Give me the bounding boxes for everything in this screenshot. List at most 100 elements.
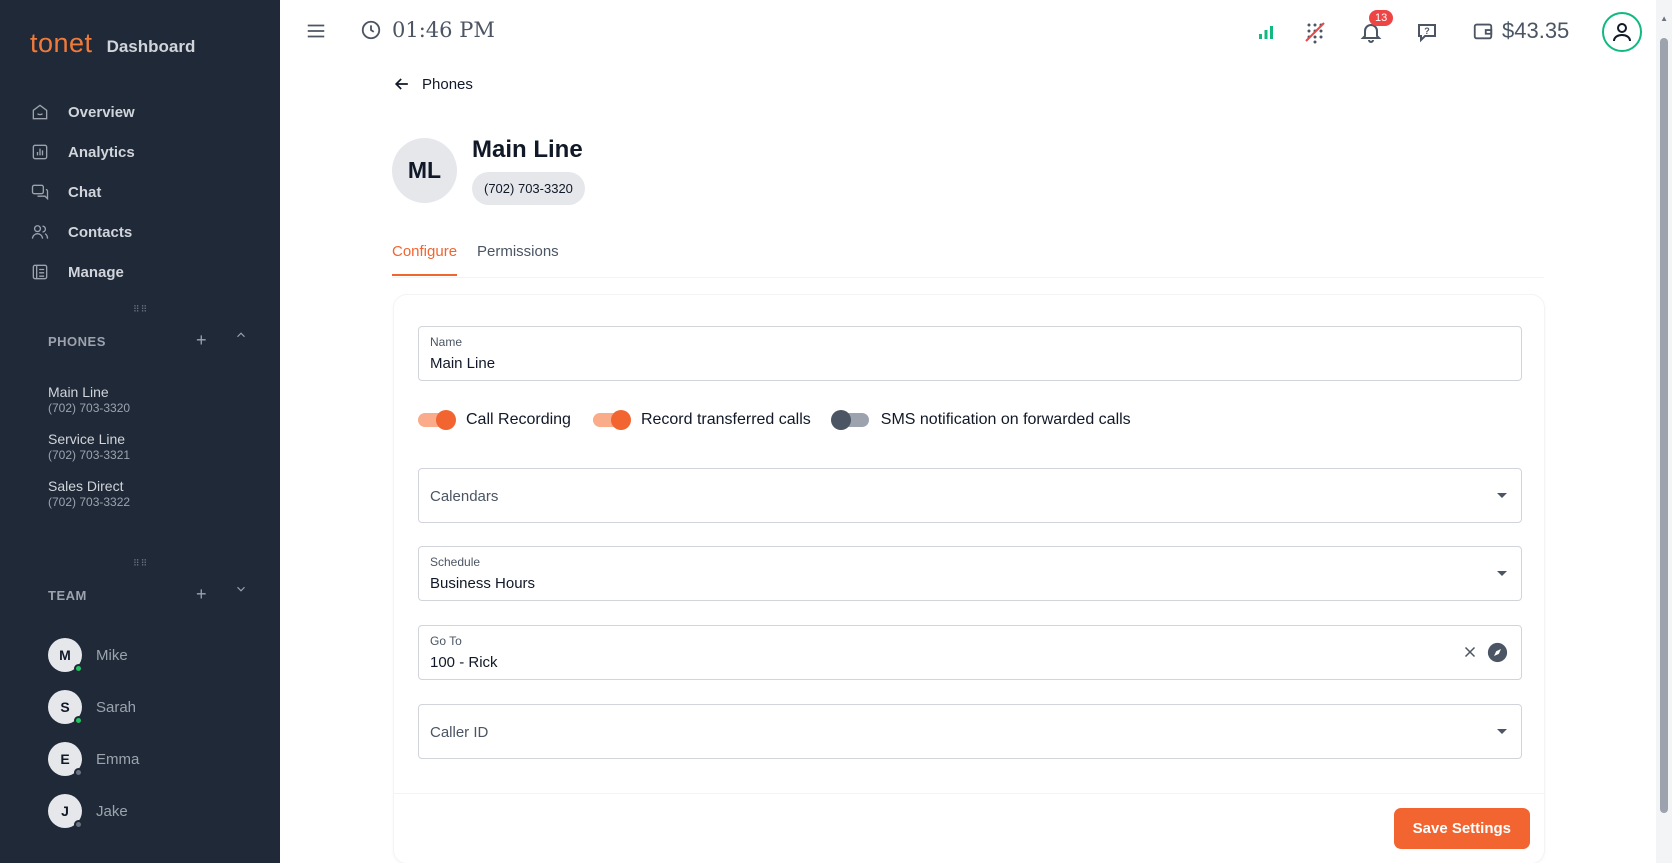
nav-item-analytics[interactable]: Analytics [30,132,135,172]
contacts-icon [31,225,49,239]
tab-permissions[interactable]: Permissions [477,243,559,274]
avatar-initial: S [60,699,70,715]
nav-item-contacts[interactable]: Contacts [30,212,135,252]
avatar-initial: E [60,751,70,767]
svg-text:?: ? [1424,26,1430,36]
phone-number: (702) 703-3321 [48,448,131,462]
phone-name: Service Line [48,431,126,447]
field-label: Name [430,335,463,349]
chevron-down-icon[interactable] [234,582,248,596]
profile-icon [1613,23,1631,42]
avatar-initial: M [59,647,71,663]
drag-handle-icon[interactable]: ⠿⠿ [133,558,148,569]
avatar: J [48,794,83,829]
goto-field[interactable]: Go To 100 - Rick [418,625,1522,680]
team-member-name: Jake [96,802,128,820]
main-nav: Overview Analytics Chat Contacts Manage [30,92,135,292]
page-title: Main Line [472,136,583,163]
brand[interactable]: tonet Dashboard [30,28,195,59]
scroll-up-arrow-icon[interactable]: ▲ [1660,14,1668,23]
brand-logo: tonet [30,28,93,58]
caret-down-icon [1497,729,1507,734]
tab-configure[interactable]: Configure [392,243,458,276]
profile-button[interactable] [1602,12,1642,52]
online-status-dot [74,716,83,725]
team-member-sarah[interactable]: S Sarah [48,690,137,725]
signal-icon[interactable] [1254,20,1278,44]
field-label: Go To [430,634,462,648]
name-field[interactable]: Name Main Line [418,326,1522,381]
sidebar: tonet Dashboard Overview Analytics Chat … [0,0,280,863]
help-icon[interactable]: ? [1415,20,1439,44]
toggle-track [418,410,456,430]
compass-icon[interactable] [1487,642,1508,663]
phone-item-service-line[interactable]: Service Line (702) 703-3321 [48,431,130,462]
scrollbar-thumb[interactable] [1660,38,1668,813]
caret-down-icon [1497,571,1507,576]
chevron-up-icon[interactable] [234,328,248,342]
add-team-member-button[interactable]: + [196,584,207,605]
online-status-dot [74,664,83,673]
caller-id-select[interactable]: Caller ID [418,704,1522,759]
drag-handle-icon[interactable]: ⠿⠿ [133,304,148,315]
avatar: M [48,638,83,673]
field-label: Schedule [430,555,481,569]
schedule-select[interactable]: Schedule Business Hours [418,546,1522,601]
scrollbar[interactable]: ▲ [1656,0,1672,863]
team-member-emma[interactable]: E Emma [48,742,140,777]
phones-section-title: PHONES [48,334,106,349]
nav-item-manage[interactable]: Manage [30,252,135,292]
team-member-name: Emma [96,750,140,768]
analytics-icon [32,144,48,160]
divider [394,793,1544,794]
toggle-knob [610,410,631,430]
phone-name: Main Line [48,384,109,400]
clear-icon[interactable] [1461,643,1479,661]
team-member-jake[interactable]: J Jake [48,794,128,829]
nav-item-chat[interactable]: Chat [30,172,135,212]
field-value: Main Line [430,355,496,372]
sms-notification-toggle[interactable]: SMS notification on forwarded calls [830,410,1131,430]
clock: 01:46 PM [360,18,495,42]
team-member-name: Sarah [96,698,137,716]
call-recording-toggle[interactable]: Call Recording [418,410,571,430]
menu-icon[interactable] [305,20,327,42]
toggle-label: SMS notification on forwarded calls [880,411,1131,428]
phone-item-sales-direct[interactable]: Sales Direct (702) 703-3322 [48,478,130,509]
nav-label: Overview [68,103,135,121]
clock-icon [361,20,381,40]
phone-number-chip: (702) 703-3320 [472,172,585,205]
record-transferred-calls-toggle[interactable]: Record transferred calls [592,410,811,430]
chat-icon [31,184,49,201]
nav-item-overview[interactable]: Overview [30,92,135,132]
back-to-phones-link[interactable]: Phones [392,74,473,94]
toggle-track [592,410,631,430]
toggle-label: Call Recording [466,411,571,428]
top-bar: 01:46 PM 13 ? $43.35 [280,0,1652,64]
team-member-mike[interactable]: M Mike [48,638,128,673]
home-icon [32,104,48,120]
add-phone-button[interactable]: + [196,330,207,351]
offline-status-dot [74,768,83,777]
wallet-balance[interactable]: $43.35 [1472,18,1569,44]
caret-down-icon [1497,493,1507,498]
arrow-left-icon [394,78,408,90]
calendars-select[interactable]: Calendars [418,468,1522,523]
avatar: E [48,742,83,777]
wallet-icon [1473,23,1493,40]
phone-item-main-line[interactable]: Main Line (702) 703-3320 [48,384,130,415]
balance-amount: $43.35 [1502,18,1570,43]
nav-label: Manage [68,263,124,281]
phone-number: (702) 703-3320 [48,401,131,415]
notifications-button[interactable]: 13 [1359,10,1394,44]
field-placeholder: Caller ID [430,724,489,741]
team-section-title: TEAM [48,588,87,603]
phone-name: Sales Direct [48,478,124,494]
brand-title: Dashboard [106,37,196,56]
back-label: Phones [422,75,473,93]
phone-number: (702) 703-3322 [48,495,131,509]
save-settings-button[interactable]: Save Settings [1393,808,1530,849]
toggle-group: Call Recording Record transferred calls … [418,410,1153,430]
phones-section-header: PHONES + [48,330,258,350]
dialpad-off-icon[interactable] [1303,20,1327,44]
